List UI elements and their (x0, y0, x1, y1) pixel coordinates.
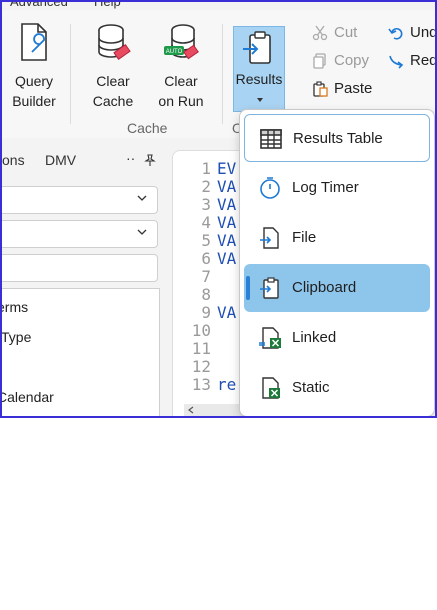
pin-icon[interactable] (144, 154, 156, 166)
database-eraser-icon (98, 24, 131, 60)
tab-dmv[interactable]: DMV (45, 152, 76, 168)
results-button[interactable]: Results (233, 26, 285, 112)
menu-item-label: Log Timer (292, 179, 359, 196)
perspective-select[interactable] (2, 220, 158, 248)
search-input[interactable] (2, 254, 158, 282)
query-builder-icon (21, 23, 47, 61)
metadata-tree: erms Type Calendar (2, 288, 160, 416)
stopwatch-icon (260, 177, 280, 199)
ribbon-separator (70, 24, 71, 124)
line-number: 6 (201, 249, 211, 268)
code-line[interactable]: VA (217, 231, 236, 250)
dropdown-arrow-icon (257, 98, 263, 102)
line-number: 5 (201, 231, 211, 250)
horizontal-scrollbar[interactable] (184, 404, 244, 416)
clipboard-arrow-icon (243, 31, 271, 64)
database-auto-eraser-icon: AUTO (164, 24, 199, 60)
chevron-down-icon (137, 195, 147, 201)
undo-icon (388, 28, 403, 40)
code-line[interactable]: EV (217, 159, 236, 178)
scissors-icon (312, 25, 328, 41)
cache-group-label: Cache (127, 120, 168, 136)
results-label: Results (235, 71, 283, 87)
line-number: 13 (191, 375, 211, 394)
tree-item[interactable]: Type (2, 329, 31, 345)
line-number: 7 (201, 267, 211, 286)
menu-item-static[interactable]: Static (244, 364, 430, 412)
excel-linked-icon (259, 327, 281, 349)
metadata-pane: ons DMV ·· erms Type Calendar (2, 142, 167, 416)
menu-item-label: File (292, 229, 317, 246)
line-number: 9 (201, 303, 211, 322)
more-options-icon[interactable]: ·· (126, 150, 135, 166)
menu-item-results-table[interactable]: Results Table (244, 114, 430, 162)
clear-cache-label: Clear Cache (92, 73, 134, 109)
paste-label: Paste (334, 80, 373, 97)
chevron-down-icon (137, 229, 147, 235)
line-number: 4 (201, 213, 211, 232)
ribbon-tabs: Advanced Help (2, 2, 435, 10)
query-builder-button[interactable]: Query Builder (8, 22, 60, 111)
menu-item-clipboard[interactable]: Clipboard (244, 264, 430, 312)
selection-indicator (246, 276, 250, 300)
code-line[interactable]: VA (217, 177, 236, 196)
results-dropdown-menu: Results Table Log Timer File Clipboard L… (239, 109, 435, 416)
file-arrow-icon (260, 227, 279, 249)
copy-label: Copy (334, 52, 370, 69)
auto-badge: AUTO (166, 49, 183, 55)
table-icon (260, 129, 282, 149)
clipboard-icon (260, 277, 279, 299)
code-line[interactable]: VA (217, 249, 236, 268)
excel-static-icon (262, 377, 280, 399)
code-line[interactable]: VA (217, 213, 236, 232)
clear-on-run-button[interactable]: AUTO Clear on Run (156, 22, 206, 111)
cut-label: Cut (334, 24, 358, 41)
menu-item-file[interactable]: File (244, 214, 430, 262)
tab-options[interactable]: ons (2, 152, 25, 168)
code-line[interactable]: VA (217, 303, 236, 322)
paste-icon (313, 81, 328, 97)
tab-advanced[interactable]: Advanced (10, 2, 68, 9)
menu-item-label: Linked (292, 329, 337, 346)
menu-item-linked[interactable]: Linked (244, 314, 430, 362)
line-number: 11 (191, 339, 211, 358)
tree-item[interactable]: Calendar (2, 389, 54, 405)
line-number: 8 (201, 285, 211, 304)
menu-item-label: Clipboard (292, 279, 357, 296)
menu-item-label: Results Table (293, 130, 383, 147)
tree-item[interactable]: erms (2, 299, 28, 315)
line-number: 3 (201, 195, 211, 214)
line-number: 1 (201, 159, 211, 178)
query-builder-label: Query Builder (12, 73, 56, 109)
tab-help[interactable]: Help (94, 2, 121, 9)
redo-icon (389, 55, 404, 69)
line-number: 10 (191, 321, 211, 340)
app-window: Advanced Help Query Builder Clear Cache (0, 0, 437, 418)
clear-cache-button[interactable]: Clear Cache (88, 22, 138, 111)
menu-item-label: Static (292, 379, 330, 396)
line-number: 2 (201, 177, 211, 196)
scroll-left-icon (188, 406, 194, 414)
copy-icon (313, 53, 326, 69)
code-line[interactable]: re (217, 375, 236, 394)
redo-label: Redo (410, 52, 437, 69)
line-number: 12 (191, 357, 211, 376)
ribbon-separator (222, 24, 223, 124)
model-select[interactable] (2, 186, 158, 214)
undo-label: Undo (410, 24, 437, 41)
clear-on-run-label: Clear on Run (158, 73, 204, 109)
menu-item-log-timer[interactable]: Log Timer (244, 164, 430, 212)
code-line[interactable]: VA (217, 195, 236, 214)
